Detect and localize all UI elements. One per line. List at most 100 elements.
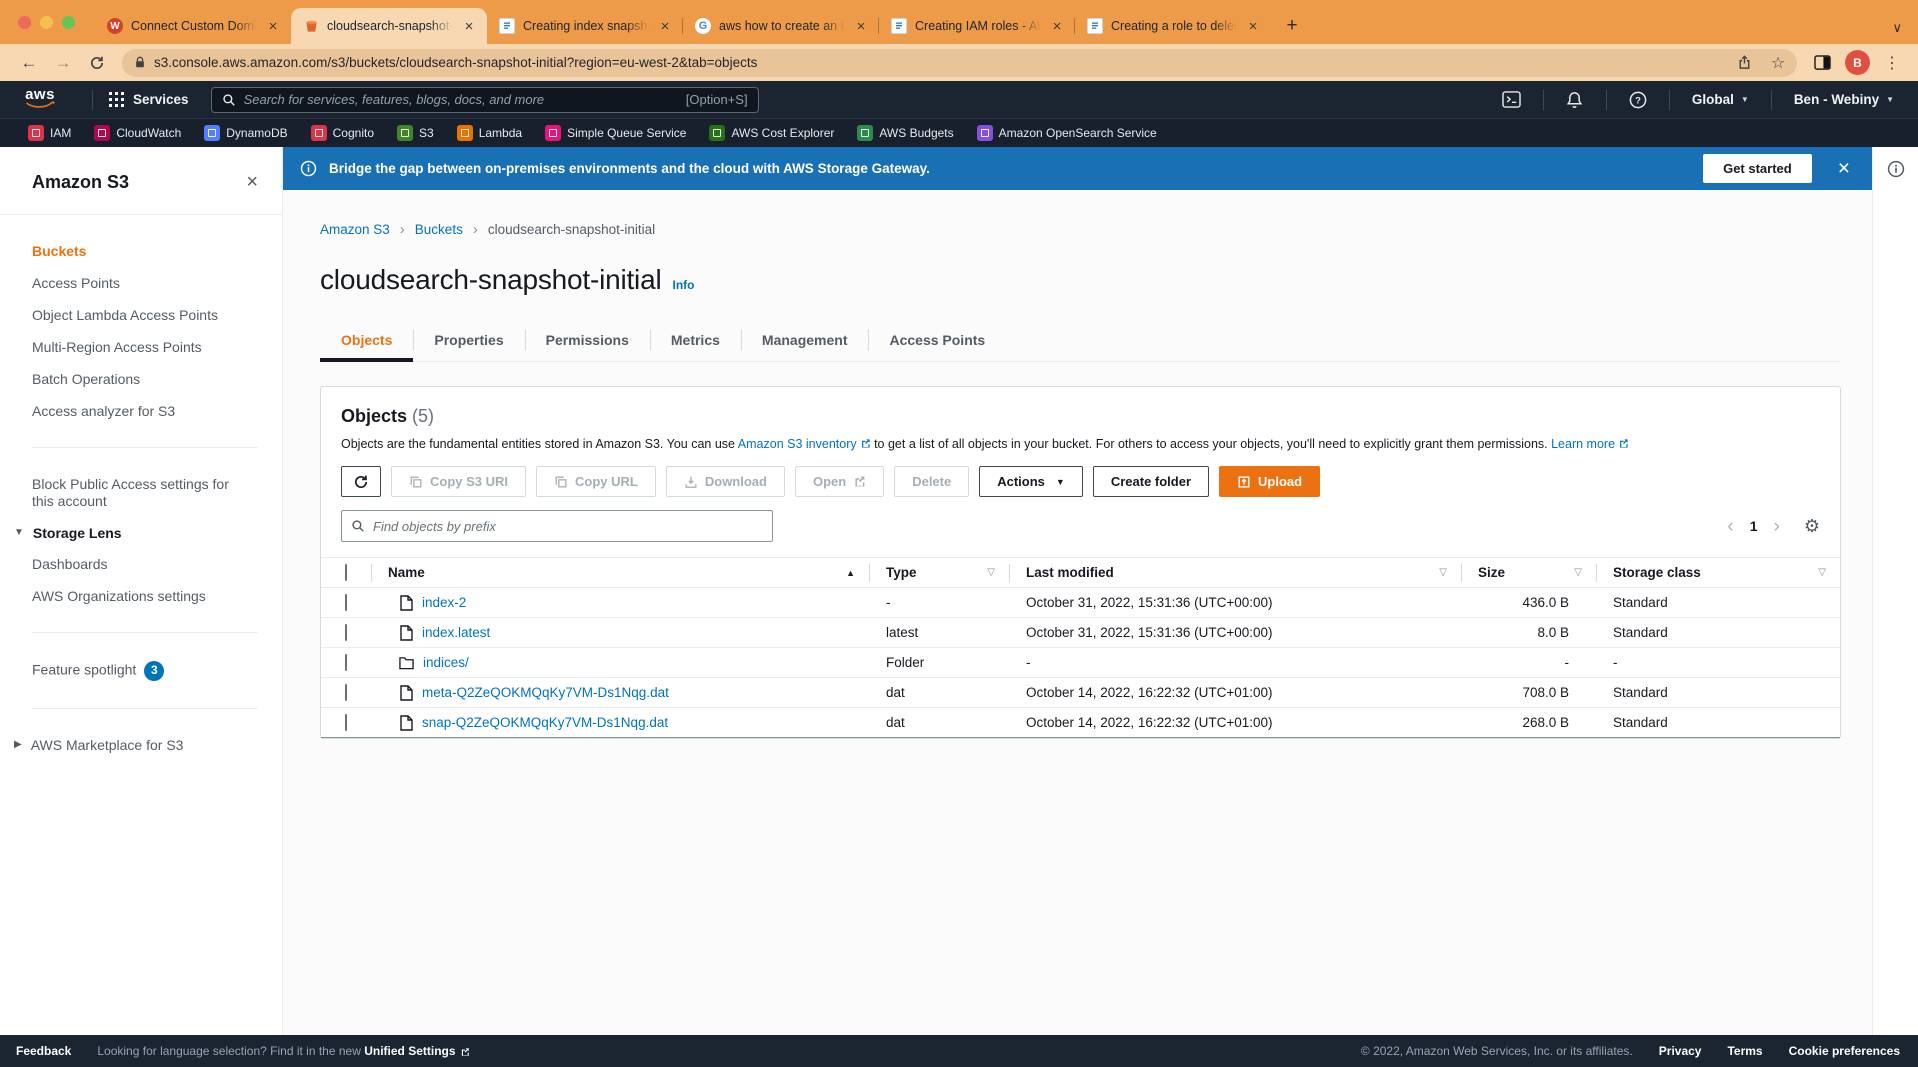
account-menu[interactable]: Ben - Webiny ▼ bbox=[1788, 92, 1900, 107]
create-folder-button[interactable]: Create folder bbox=[1093, 466, 1209, 497]
cookie-preferences-link[interactable]: Cookie preferences bbox=[1789, 1044, 1900, 1058]
help-icon[interactable]: ? bbox=[1623, 91, 1653, 109]
sidebar-item-block-public-access[interactable]: Block Public Access settings for this ac… bbox=[32, 468, 282, 517]
notifications-bell-icon[interactable] bbox=[1560, 91, 1590, 109]
feedback-link[interactable]: Feedback bbox=[16, 1044, 71, 1058]
banner-close-icon[interactable]: × bbox=[1838, 158, 1850, 179]
tab-close-icon[interactable]: × bbox=[265, 18, 281, 35]
browser-tab-docs-2[interactable]: Creating IAM roles - AWS Ident × bbox=[879, 8, 1075, 44]
preferences-gear-icon[interactable]: ⚙ bbox=[1804, 516, 1820, 537]
sidebar-item-feature-spotlight[interactable]: Feature spotlight3 bbox=[32, 653, 282, 688]
browser-tab-docs-3[interactable]: Creating a role to delegate per × bbox=[1075, 8, 1271, 44]
sort-ascending-icon[interactable]: ▲ bbox=[846, 568, 855, 578]
row-checkbox[interactable] bbox=[345, 714, 347, 731]
row-checkbox[interactable] bbox=[345, 684, 347, 701]
url-input[interactable] bbox=[154, 55, 1723, 70]
tab-properties[interactable]: Properties bbox=[413, 326, 524, 361]
tab-close-icon[interactable]: × bbox=[1245, 18, 1261, 35]
sidebar-group-storage-lens[interactable]: ▼ Storage Lens bbox=[14, 517, 282, 548]
previous-page-icon[interactable]: ‹ bbox=[1727, 517, 1733, 536]
filter-icon[interactable]: ▽ bbox=[987, 567, 995, 578]
object-link[interactable]: indices/ bbox=[423, 655, 469, 670]
delete-button[interactable]: Delete bbox=[894, 466, 969, 497]
filter-icon[interactable]: ▽ bbox=[1574, 567, 1582, 578]
console-search-input[interactable]: Search for services, features, blogs, do… bbox=[211, 87, 759, 113]
filter-icon[interactable]: ▽ bbox=[1439, 567, 1447, 578]
sidebar-group-aws-marketplace[interactable]: ▶ AWS Marketplace for S3 bbox=[14, 729, 282, 760]
tab-permissions[interactable]: Permissions bbox=[525, 326, 650, 361]
find-objects-input[interactable] bbox=[373, 519, 763, 534]
browser-tab-webiny[interactable]: W Connect Custom Domain | Web × bbox=[95, 8, 291, 44]
row-checkbox[interactable] bbox=[345, 654, 347, 671]
sidebar-item-batch-operations[interactable]: Batch Operations bbox=[32, 363, 282, 395]
window-close-button[interactable] bbox=[18, 16, 31, 29]
row-checkbox[interactable] bbox=[345, 624, 347, 641]
column-header-storage-class[interactable]: Storage class bbox=[1613, 565, 1701, 580]
get-started-button[interactable]: Get started bbox=[1703, 154, 1812, 183]
learn-more-link[interactable]: Learn more bbox=[1551, 437, 1615, 451]
breadcrumb-buckets[interactable]: Buckets bbox=[415, 222, 463, 237]
column-header-last-modified[interactable]: Last modified bbox=[1026, 565, 1114, 580]
tab-management[interactable]: Management bbox=[741, 326, 869, 361]
reload-button[interactable] bbox=[82, 48, 112, 78]
region-selector[interactable]: Global ▼ bbox=[1686, 92, 1755, 107]
sidebar-item-dashboards[interactable]: Dashboards bbox=[32, 548, 282, 580]
browser-tab-google[interactable]: G aws how to create an IAM role × bbox=[683, 8, 879, 44]
info-link[interactable]: Info bbox=[672, 278, 694, 292]
favorite-budgets[interactable]: AWS Budgets bbox=[857, 125, 953, 141]
object-link[interactable]: index-2 bbox=[422, 595, 466, 610]
sidebar-item-multi-region-access-points[interactable]: Multi-Region Access Points bbox=[32, 331, 282, 363]
tab-search-chevron-icon[interactable]: ∨ bbox=[1892, 20, 1918, 36]
s3-inventory-link[interactable]: Amazon S3 inventory bbox=[738, 437, 857, 451]
column-header-size[interactable]: Size bbox=[1478, 565, 1505, 580]
row-checkbox[interactable] bbox=[345, 594, 347, 611]
info-panel-icon[interactable] bbox=[1887, 160, 1905, 1035]
sidebar-item-object-lambda-access-points[interactable]: Object Lambda Access Points bbox=[32, 299, 282, 331]
tab-close-icon[interactable]: × bbox=[657, 18, 673, 35]
refresh-button[interactable] bbox=[341, 466, 381, 497]
tab-close-icon[interactable]: × bbox=[1049, 18, 1065, 35]
sidebar-item-access-points[interactable]: Access Points bbox=[32, 267, 282, 299]
tab-objects[interactable]: Objects bbox=[320, 326, 413, 361]
cloudshell-icon[interactable] bbox=[1497, 91, 1527, 108]
favorite-cognito[interactable]: Cognito bbox=[311, 125, 374, 141]
back-button[interactable]: ← bbox=[14, 48, 44, 78]
open-button[interactable]: Open bbox=[795, 466, 884, 497]
select-all-checkbox[interactable] bbox=[345, 564, 347, 581]
favorite-opensearch[interactable]: Amazon OpenSearch Service bbox=[977, 125, 1157, 141]
terms-link[interactable]: Terms bbox=[1727, 1044, 1762, 1058]
current-page-number[interactable]: 1 bbox=[1750, 518, 1758, 534]
object-link[interactable]: index.latest bbox=[422, 625, 490, 640]
favorite-cost-explorer[interactable]: AWS Cost Explorer bbox=[709, 125, 834, 141]
download-button[interactable]: Download bbox=[666, 466, 785, 497]
favorite-lambda[interactable]: Lambda bbox=[457, 125, 522, 141]
copy-url-button[interactable]: Copy URL bbox=[536, 466, 656, 497]
tab-close-icon[interactable]: × bbox=[853, 18, 869, 35]
upload-button[interactable]: Upload bbox=[1219, 466, 1320, 497]
breadcrumb-amazon-s3[interactable]: Amazon S3 bbox=[320, 222, 390, 237]
window-zoom-button[interactable] bbox=[62, 16, 75, 29]
favorite-s3[interactable]: S3 bbox=[397, 125, 434, 141]
tab-access-points[interactable]: Access Points bbox=[868, 326, 1006, 361]
sidebar-close-icon[interactable]: × bbox=[246, 171, 258, 194]
sidebar-item-buckets[interactable]: Buckets bbox=[32, 235, 282, 267]
new-tab-button[interactable]: + bbox=[1277, 11, 1307, 41]
forward-button[interactable]: → bbox=[48, 48, 78, 78]
unified-settings-link[interactable]: Unified Settings bbox=[364, 1044, 455, 1058]
browser-tab-s3-active[interactable]: cloudsearch-snapshot-initial - × bbox=[291, 8, 487, 44]
object-link[interactable]: meta-Q2ZeQOKMQqKy7VM-Ds1Nqg.dat bbox=[422, 685, 669, 700]
address-bar[interactable]: ☆ bbox=[122, 49, 1797, 77]
tab-metrics[interactable]: Metrics bbox=[650, 326, 741, 361]
favorite-iam[interactable]: IAM bbox=[28, 125, 71, 141]
tab-close-icon[interactable]: × bbox=[461, 18, 477, 35]
browser-tab-docs-1[interactable]: Creating index snapshots in Am × bbox=[487, 8, 683, 44]
side-panel-icon[interactable] bbox=[1807, 48, 1837, 78]
browser-menu-icon[interactable]: ⋮ bbox=[1878, 53, 1906, 73]
filter-icon[interactable]: ▽ bbox=[1818, 567, 1826, 578]
column-header-name[interactable]: Name bbox=[388, 565, 425, 580]
actions-dropdown-button[interactable]: Actions ▼ bbox=[979, 466, 1083, 497]
aws-logo[interactable]: aws bbox=[24, 89, 56, 110]
copy-s3-uri-button[interactable]: Copy S3 URI bbox=[391, 466, 526, 497]
sidebar-item-aws-organizations-settings[interactable]: AWS Organizations settings bbox=[32, 580, 282, 612]
favorite-cloudwatch[interactable]: CloudWatch bbox=[94, 125, 181, 141]
